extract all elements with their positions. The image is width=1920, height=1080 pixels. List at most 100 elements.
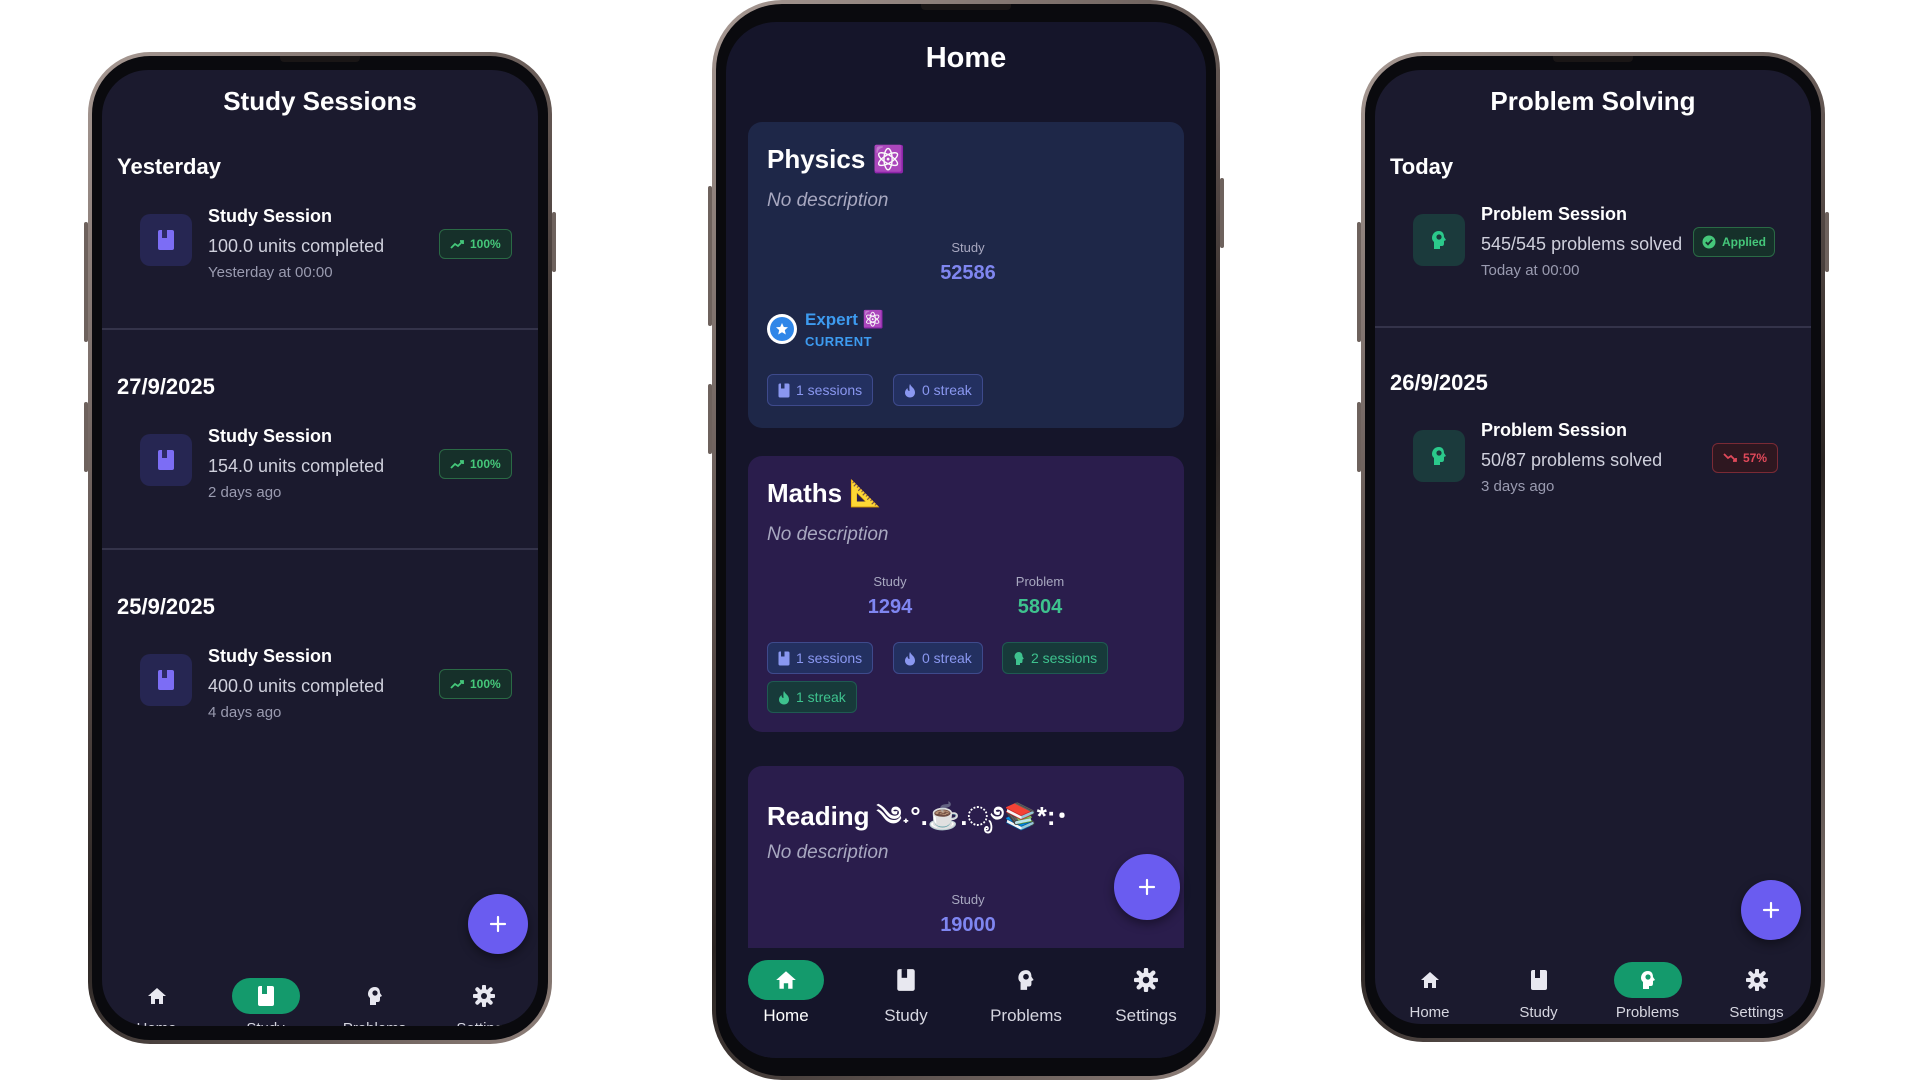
home-icon <box>1396 962 1464 998</box>
nav-label: Home <box>1409 1004 1450 1021</box>
nav-home[interactable]: Home <box>726 960 846 1026</box>
problem-sessions-pill: 2 sessions <box>1002 642 1109 674</box>
badge-label: 100% <box>470 677 501 691</box>
subject-description: No description <box>767 524 889 545</box>
session-title: Problem Session <box>1481 420 1628 440</box>
badge-label: 100% <box>470 237 501 251</box>
status-badge: 100% <box>439 449 512 479</box>
check-circle-icon <box>1702 235 1716 249</box>
side-button <box>1825 212 1829 272</box>
gear-icon <box>1723 962 1791 998</box>
nav-label: Study <box>884 1006 928 1025</box>
side-button <box>552 212 556 272</box>
home-screen: Home Physics ⚛️ No description Study 525… <box>726 22 1206 1058</box>
book-icon <box>1505 962 1573 998</box>
study-session-item[interactable]: Study Session 100.0 units completed Yest… <box>102 198 538 308</box>
section-25-9-2025: 25/9/2025 Study Session 400.0 units comp… <box>102 594 538 748</box>
streak-pill: 0 streak <box>893 642 983 674</box>
session-subtitle: 154.0 units completed <box>208 456 385 476</box>
nav-problems[interactable]: Problems <box>320 978 429 1026</box>
nav-study[interactable]: Study <box>1484 962 1593 1021</box>
brain-head-icon <box>341 978 409 1014</box>
add-problem-session-button[interactable] <box>1741 880 1801 940</box>
streak-pill: 0 streak <box>893 374 983 406</box>
nav-home[interactable]: Home <box>1375 962 1484 1021</box>
brain-head-icon <box>988 960 1064 1000</box>
brain-head-icon <box>1413 214 1465 266</box>
nav-label: Home <box>136 1020 176 1026</box>
status-badge: 100% <box>439 669 512 699</box>
subject-description: No description <box>767 190 889 211</box>
level-star-icon <box>767 314 797 344</box>
trending-up-icon <box>450 240 464 249</box>
section-27-9-2025: 27/9/2025 Study Session 154.0 units comp… <box>102 374 538 550</box>
nav-settings[interactable]: Settings <box>1702 962 1811 1021</box>
brain-head-icon <box>1014 651 1024 665</box>
section-heading: Yesterday <box>117 154 221 179</box>
plus-icon <box>1138 878 1156 896</box>
pill-label: 1 sessions <box>796 650 863 666</box>
flame-icon <box>779 690 789 704</box>
session-subtitle: 545/545 problems solved <box>1481 234 1683 254</box>
nav-study[interactable]: Study <box>846 960 966 1026</box>
add-subject-button[interactable] <box>1114 854 1180 920</box>
nav-settings[interactable]: Settings <box>429 978 538 1026</box>
problem-stat-value: 5804 <box>1017 596 1063 618</box>
session-subtitle: 50/87 problems solved <box>1481 450 1663 470</box>
sessions-pill: 1 sessions <box>767 642 874 674</box>
session-time: Yesterday at 00:00 <box>208 264 333 281</box>
plus-icon <box>489 915 507 933</box>
session-subtitle: 100.0 units completed <box>208 236 385 256</box>
brain-head-icon <box>1613 962 1682 998</box>
page-title: Study Sessions <box>223 86 417 116</box>
nav-label: Settings <box>1729 1004 1784 1021</box>
speaker <box>921 4 1011 10</box>
session-subtitle: 400.0 units completed <box>208 676 385 696</box>
nav-home[interactable]: Home <box>102 978 211 1026</box>
badge-label: 57% <box>1743 451 1768 465</box>
plus-icon <box>1762 901 1780 919</box>
add-session-button[interactable] <box>468 894 528 954</box>
level-name: Expert ⚛️ <box>805 310 884 329</box>
problem-screen: Problem Solving Today Problem Session 54… <box>1375 70 1811 1024</box>
session-title: Study Session <box>208 426 333 446</box>
nav-label: Problems <box>990 1006 1062 1025</box>
status-badge: Applied <box>1693 227 1775 257</box>
trending-up-icon <box>450 680 464 689</box>
section-heading: 27/9/2025 <box>117 374 215 399</box>
phone-problems: Problem Solving Today Problem Session 54… <box>1357 52 1829 1042</box>
trending-up-icon <box>450 460 464 469</box>
book-icon <box>140 434 192 486</box>
problem-session-item[interactable]: Problem Session 545/545 problems solved … <box>1375 198 1811 308</box>
home-icon <box>748 960 824 1000</box>
page-title: Home <box>925 42 1007 74</box>
nav-label: Study <box>1519 1004 1558 1021</box>
subject-card-physics[interactable]: Physics ⚛️ No description Study 52586 Ex… <box>748 122 1184 428</box>
sessions-pill: 1 sessions <box>767 374 874 406</box>
nav-label: Study <box>246 1020 284 1026</box>
study-stat-value: 19000 <box>940 914 996 936</box>
section-heading: 26/9/2025 <box>1390 370 1488 395</box>
subject-card-maths[interactable]: Maths 📐 No description Study 1294 Proble… <box>748 456 1184 732</box>
study-session-item[interactable]: Study Session 400.0 units completed 4 da… <box>102 638 538 748</box>
nav-problems[interactable]: Problems <box>1593 962 1702 1021</box>
section-yesterday: Yesterday Study Session 100.0 units comp… <box>102 154 538 330</box>
side-button <box>708 384 712 454</box>
nav-problems[interactable]: Problems <box>966 960 1086 1026</box>
nav-settings[interactable]: Settings <box>1086 960 1206 1026</box>
side-button <box>84 222 88 342</box>
pill-label: 2 sessions <box>1031 650 1098 666</box>
divider <box>1375 326 1811 328</box>
side-button <box>1357 222 1361 342</box>
study-session-item[interactable]: Study Session 154.0 units completed 2 da… <box>102 418 538 528</box>
problem-session-item[interactable]: Problem Session 50/87 problems solved 3 … <box>1375 414 1811 524</box>
study-stat-value: 52586 <box>940 262 996 284</box>
session-time: 4 days ago <box>208 704 282 721</box>
book-icon <box>778 383 790 397</box>
pill-label: 0 streak <box>922 382 972 398</box>
flame-icon <box>905 383 915 397</box>
nav-study[interactable]: Study <box>211 978 320 1026</box>
book-icon <box>140 654 192 706</box>
speaker <box>1553 56 1633 62</box>
study-stat-value: 1294 <box>867 596 913 618</box>
